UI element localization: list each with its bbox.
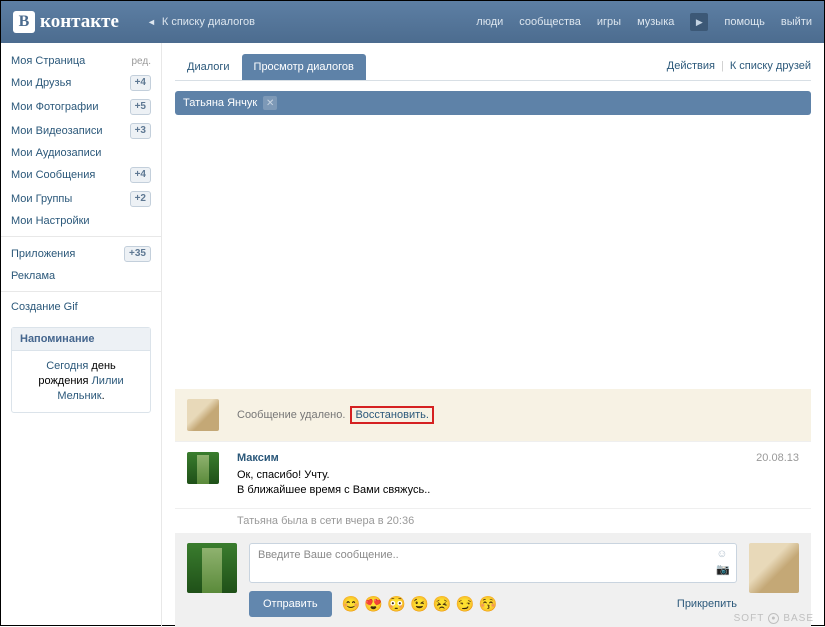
last-seen-text: Татьяна была в сети вчера в 20:36: [175, 508, 811, 533]
sidebar-item-messages[interactable]: Мои Сообщения+4: [1, 163, 161, 187]
nav-communities[interactable]: сообщества: [519, 16, 581, 28]
sidebar-item-apps[interactable]: Приложения+35: [1, 242, 161, 266]
recipient-avatar[interactable]: [749, 543, 799, 593]
reminder-body: Сегодня день рождения Лилии Мельник.: [12, 351, 150, 412]
deleted-text: Сообщение удалено.: [237, 409, 345, 421]
sidebar-item-gif[interactable]: Создание Gif: [1, 297, 161, 317]
messages-area: Сообщение удалено. Восстановить. Максим …: [175, 115, 811, 627]
sidebar-item-audio[interactable]: Мои Аудиозаписи: [1, 143, 161, 163]
message-input[interactable]: Введите Ваше сообщение.. ☺ 📷: [249, 543, 737, 583]
sidebar-item-settings[interactable]: Мои Настройки: [1, 211, 161, 231]
sidebar-item-groups[interactable]: Мои Группы+2: [1, 187, 161, 211]
smile-icon[interactable]: ☺: [716, 548, 730, 560]
sidebar-item-ads[interactable]: Реклама: [1, 266, 161, 286]
compose-area: Введите Ваше сообщение.. ☺ 📷 Отправить 😊…: [175, 533, 811, 627]
person-chip[interactable]: Татьяна Янчук ✕: [175, 91, 811, 115]
sidebar-item-photos[interactable]: Мои Фотографии+5: [1, 95, 161, 119]
message-text: Ок, спасибо! Учту. В ближайшее время с В…: [237, 468, 799, 498]
send-button[interactable]: Отправить: [249, 591, 332, 617]
actions-link[interactable]: Действия: [667, 60, 715, 72]
watermark: SOFT ● BASE: [734, 613, 814, 624]
sidebar-item-videos[interactable]: Мои Видеозаписи+3: [1, 119, 161, 143]
top-nav: люди сообщества игры музыка ▶ помощь вый…: [476, 13, 812, 31]
restore-link[interactable]: Восстановить.: [350, 406, 434, 424]
nav-logout[interactable]: выйти: [781, 16, 812, 28]
deleted-message-row: Сообщение удалено. Восстановить.: [175, 389, 811, 441]
nav-help[interactable]: помощь: [724, 16, 765, 28]
tab-dialogs[interactable]: Диалоги: [175, 54, 242, 80]
logo-text: контакте: [40, 11, 119, 33]
close-icon[interactable]: ✕: [263, 96, 277, 110]
message-date: 20.08.13: [756, 452, 799, 464]
person-chip-name: Татьяна Янчук: [183, 97, 257, 109]
reminder-today-link[interactable]: Сегодня: [46, 360, 88, 372]
logo-icon: В: [13, 11, 35, 33]
avatar[interactable]: [187, 452, 219, 484]
top-header: В контакте К списку диалогов люди сообще…: [1, 1, 824, 43]
avatar[interactable]: [187, 399, 219, 431]
nav-games[interactable]: игры: [597, 16, 621, 28]
camera-icon[interactable]: 📷: [716, 563, 730, 576]
nav-music[interactable]: музыка: [637, 16, 674, 28]
friends-list-link[interactable]: К списку друзей: [730, 60, 811, 72]
tab-view-dialogs[interactable]: Просмотр диалогов: [242, 54, 366, 80]
sidebar-item-my-page[interactable]: Моя Страницаред.: [1, 51, 161, 71]
my-avatar[interactable]: [187, 543, 237, 593]
tab-bar: Диалоги Просмотр диалогов Действия | К с…: [175, 51, 811, 81]
message-row: Максим 20.08.13 Ок, спасибо! Учту. В бли…: [175, 441, 811, 508]
left-sidebar: Моя Страницаред. Мои Друзья+4 Мои Фотогр…: [1, 43, 162, 627]
back-to-dialogs-link[interactable]: К списку диалогов: [147, 16, 255, 28]
reminder-title: Напоминание: [12, 328, 150, 351]
play-icon[interactable]: ▶: [690, 13, 708, 31]
reminder-box: Напоминание Сегодня день рождения Лилии …: [11, 327, 151, 413]
attach-link[interactable]: Прикрепить: [677, 598, 737, 610]
main-panel: Диалоги Просмотр диалогов Действия | К с…: [162, 43, 824, 627]
nav-people[interactable]: люди: [476, 16, 503, 28]
sidebar-item-friends[interactable]: Мои Друзья+4: [1, 71, 161, 95]
message-sender-link[interactable]: Максим: [237, 452, 279, 464]
logo[interactable]: В контакте: [13, 11, 119, 33]
emoji-row[interactable]: 😊 😍 😳 😉 😣 😏 😚: [342, 595, 498, 613]
